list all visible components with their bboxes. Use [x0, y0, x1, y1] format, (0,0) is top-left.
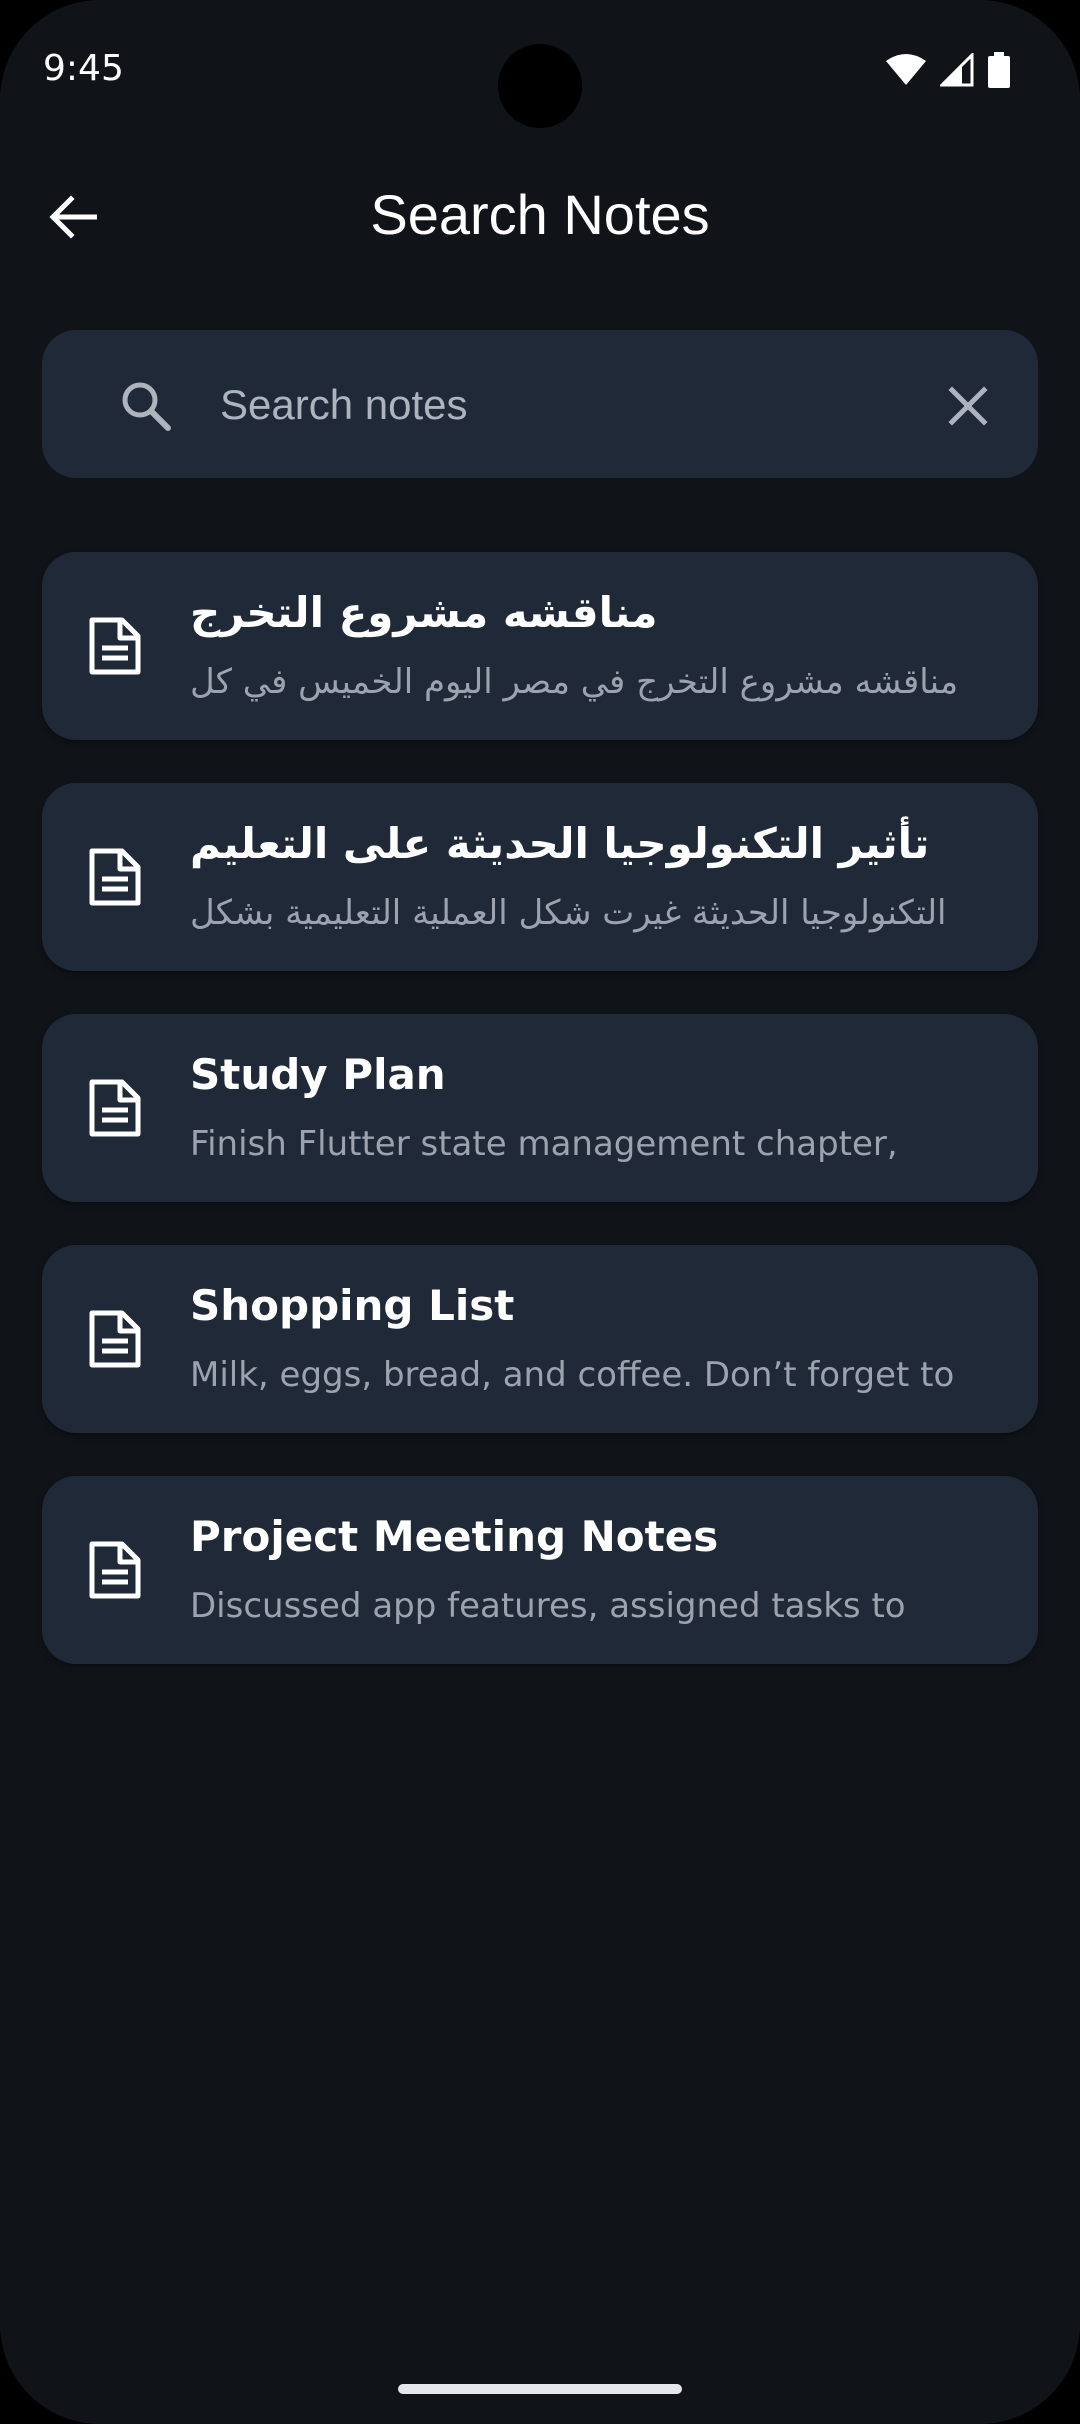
home-indicator[interactable]: [398, 2384, 682, 2394]
note-card[interactable]: Shopping List Milk, eggs, bread, and cof…: [42, 1245, 1038, 1433]
close-icon: [948, 386, 988, 426]
note-preview: Discussed app features, assigned tasks t…: [190, 1586, 906, 1626]
status-time: 9:45: [43, 48, 124, 89]
status-bar: 9:45: [0, 0, 1080, 140]
note-title: تأثير التكنولوجيا الحديثة على التعليم: [190, 819, 930, 868]
note-title: Shopping List: [190, 1281, 515, 1330]
search-icon: [122, 382, 171, 431]
camera-cutout: [498, 44, 582, 128]
status-icons: [886, 52, 1010, 88]
wifi-icon: [886, 54, 926, 85]
note-preview: التكنولوجيا الحديثة غيرت شكل العملية الت…: [190, 893, 947, 933]
document-icon: [89, 1541, 141, 1599]
document-icon: [89, 1310, 141, 1368]
page-title: Search Notes: [370, 183, 710, 246]
note-card[interactable]: تأثير التكنولوجيا الحديثة على التعليم ال…: [42, 783, 1038, 971]
note-preview: Milk, eggs, bread, and coffee. Don’t for…: [190, 1355, 955, 1395]
note-preview: Finish Flutter state management chapter,: [190, 1124, 898, 1164]
note-title: مناقشه مشروع التخرج: [190, 588, 658, 637]
app-bar: Search Notes: [0, 160, 1080, 270]
clear-search-button[interactable]: [932, 370, 1004, 442]
note-title: Study Plan: [190, 1050, 446, 1099]
battery-icon: [988, 52, 1010, 88]
note-preview: مناقشه مشروع التخرج في مصر اليوم الخميس …: [190, 662, 959, 702]
note-title: Project Meeting Notes: [190, 1512, 719, 1561]
document-icon: [89, 848, 141, 906]
note-card[interactable]: Project Meeting Notes Discussed app feat…: [42, 1476, 1038, 1664]
document-icon: [89, 617, 141, 675]
notes-list: مناقشه مشروع التخرج مناقشه مشروع التخرج …: [42, 552, 1038, 1707]
document-icon: [89, 1079, 141, 1137]
note-card[interactable]: Study Plan Finish Flutter state manageme…: [42, 1014, 1038, 1202]
search-input[interactable]: [180, 370, 980, 440]
signal-icon: [940, 53, 974, 87]
search-bar[interactable]: [42, 330, 1038, 478]
screen: 9:45 Search Notes Search notes مناقشه مش…: [0, 0, 1080, 2424]
note-card[interactable]: مناقشه مشروع التخرج مناقشه مشروع التخرج …: [42, 552, 1038, 740]
